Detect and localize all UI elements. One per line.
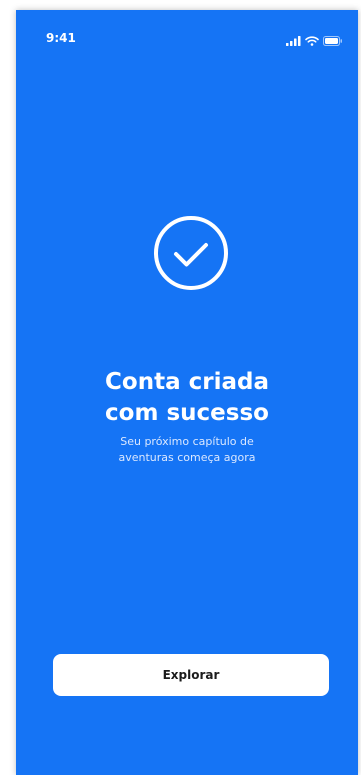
signal-icon (286, 31, 301, 50)
wifi-icon (305, 31, 319, 50)
explore-button[interactable]: Explorar (53, 654, 329, 696)
success-screen: 9:41 Conta criada com sucesso Seu próxim… (16, 10, 358, 775)
success-title-line-1: Conta criada (105, 369, 269, 395)
status-bar: 9:41 (16, 10, 358, 54)
success-subtitle-line-2: aventuras começa agora (118, 451, 256, 464)
status-icons (286, 31, 343, 50)
battery-icon (323, 31, 343, 50)
success-subtitle: Seu próximo capítulo de aventuras começa… (16, 434, 358, 466)
check-circle-icon (153, 215, 229, 291)
success-title-line-2: com sucesso (105, 400, 269, 426)
status-time: 9:41 (46, 31, 76, 45)
success-title: Conta criada com sucesso (16, 367, 358, 429)
success-subtitle-line-1: Seu próximo capítulo de (120, 435, 254, 448)
